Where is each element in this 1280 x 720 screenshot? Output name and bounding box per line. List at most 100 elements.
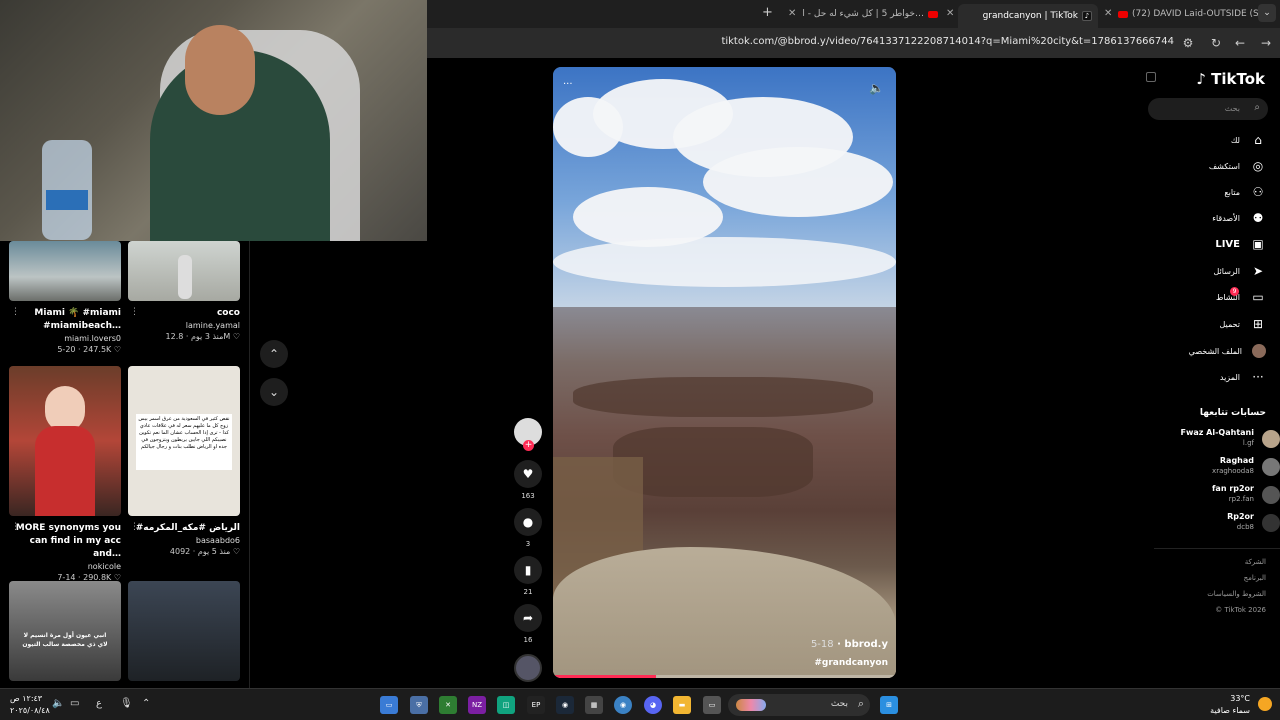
footer-program-link[interactable]: البرنامج [1244, 574, 1266, 582]
tiktok-logo[interactable]: ♪ TikTok [1196, 70, 1265, 88]
webcam-overlay [0, 0, 427, 241]
volume-icon[interactable]: 🔈 [52, 698, 64, 709]
windows-start-icon[interactable]: ⊞ [880, 696, 898, 714]
video-thumbnail[interactable] [9, 366, 121, 516]
taskbar-app[interactable]: ▭ [703, 696, 721, 714]
taskbar-app[interactable]: ◫ [497, 696, 515, 714]
sidebar-item-friends[interactable]: الأصدقاء ⚉ [1136, 208, 1266, 228]
video-title[interactable]: coco [128, 307, 240, 320]
next-video-button[interactable]: ⌄ [260, 378, 288, 406]
following-account[interactable]: Raghad xraghooda8 [1150, 456, 1280, 480]
video-thumbnail[interactable]: انبي عيون أول مرة انسيم لا لاي ذي مخصصة … [9, 581, 121, 681]
share-icon: ➦ [522, 611, 534, 625]
video-author[interactable]: miami.lovers0 [9, 334, 121, 343]
url-field[interactable]: tiktok.com/@bbrod.y/video/76413371222087… [721, 36, 1174, 47]
sidebar-item-upload[interactable]: تحميل ⊞ [1136, 314, 1266, 334]
list-item[interactable]: Miami 🌴 #miami #miamibeach… miami.lovers… [9, 241, 121, 354]
following-account[interactable]: Fwaz Al-Qahtani l.gf [1150, 428, 1280, 452]
music-disc[interactable] [514, 654, 542, 682]
following-account[interactable]: fan rp2or rp2.fan [1150, 484, 1280, 508]
previous-video-button[interactable]: ⌃ [260, 340, 288, 368]
taskbar-app[interactable]: ⛨ [410, 696, 428, 714]
taskbar-app[interactable]: ▭ [380, 696, 398, 714]
taskbar-app[interactable]: EP [527, 696, 545, 714]
more-icon[interactable]: ⋮ [11, 307, 20, 317]
follow-plus-icon[interactable]: + [523, 440, 534, 451]
discord-icon[interactable]: ◕ [644, 696, 662, 714]
video-thumbnail[interactable]: نقص كثير في السعودية من عرق اسمر بيس زوج… [128, 366, 240, 516]
reload-icon[interactable]: ↻ [1208, 35, 1224, 51]
steam-icon[interactable]: ◉ [556, 696, 574, 714]
taskbar-app[interactable]: ▦ [585, 696, 603, 714]
more-icon[interactable]: ⋮ [130, 307, 139, 317]
sidebar-item-activity[interactable]: النشاط ▭ 9 [1136, 287, 1266, 307]
taskbar-search-input[interactable]: بحث ⌕ [728, 694, 870, 716]
comment-button[interactable]: ● [514, 508, 542, 536]
search-results-feed: coco lamine.yamal منذ 3 يوم · 12.8M ♡ ⋮ … [0, 241, 250, 688]
footer-terms-link[interactable]: الشروط والسياسات [1207, 590, 1266, 598]
following-account[interactable]: Rp2or dcb8 [1150, 512, 1280, 536]
list-item[interactable]: coco lamine.yamal منذ 3 يوم · 12.8M ♡ ⋮ [128, 241, 240, 341]
sidebar-item-explore[interactable]: استكشف ◎ [1136, 156, 1266, 176]
search-highlight-icon [736, 699, 766, 711]
list-item[interactable]: MORE synonyms you can find in my acc and… [9, 366, 121, 582]
list-item[interactable]: نقص كثير في السعودية من عرق اسمر بيس زوج… [128, 366, 240, 556]
taskbar-app[interactable]: ✕ [439, 696, 457, 714]
chrome-icon[interactable]: ◉ [614, 696, 632, 714]
new-tab-button[interactable]: + [762, 5, 773, 20]
avatar [1262, 486, 1280, 504]
sidebar-item-following[interactable]: متابع ⚇ [1136, 182, 1266, 202]
like-button[interactable]: ♥ [514, 460, 542, 488]
more-options-icon[interactable]: ··· [563, 79, 573, 90]
video-title[interactable]: MORE synonyms you can find in my acc and… [9, 522, 121, 561]
save-button[interactable]: ▮ [514, 556, 542, 584]
microphone-icon[interactable]: 🎙 [120, 698, 133, 709]
tab-youtube-khawater[interactable]: (72) خواطر 5 | كل شيء له حل - ا… [800, 4, 938, 24]
folder-icon[interactable]: ▬ [673, 696, 691, 714]
close-tab-icon[interactable]: ✕ [788, 8, 796, 19]
close-tab-icon[interactable]: ✕ [946, 8, 954, 19]
forward-arrow-icon[interactable]: ← [1232, 35, 1248, 51]
video-player[interactable]: ··· 🔈 5-18 · bbrod.y #grandcanyon [553, 67, 896, 678]
video-thumbnail[interactable] [128, 581, 240, 681]
video-thumbnail[interactable] [128, 241, 240, 301]
sidebar-item-messages[interactable]: الرسائل ➤ [1136, 261, 1266, 281]
sidebar-item-live[interactable]: LIVE ▣ [1136, 234, 1266, 254]
more-icon[interactable]: ⋮ [130, 522, 139, 532]
video-author[interactable]: lamine.yamal [128, 321, 240, 330]
tab-search-button[interactable]: ⌄ [1258, 4, 1276, 22]
list-item[interactable] [128, 581, 240, 681]
video-author[interactable]: nokicole [9, 562, 121, 571]
taskbar-app[interactable]: NZ [468, 696, 486, 714]
collapse-sidebar-icon[interactable] [1146, 72, 1156, 82]
video-thumbnail[interactable] [9, 241, 121, 301]
share-button[interactable]: ➦ [514, 604, 542, 632]
volume-icon[interactable]: 🔈 [869, 81, 884, 95]
sidebar-item-profile[interactable]: الملف الشخصي [1136, 341, 1266, 361]
language-indicator[interactable]: ع [96, 698, 102, 709]
tab-tiktok-grandcanyon[interactable]: grandcanyon | TikTok ♪ [958, 4, 1098, 28]
tab-youtube-david[interactable]: (72) DAVID Laid-OUTSIDE (SLO… [1118, 4, 1258, 24]
video-progress-bar[interactable] [553, 675, 896, 678]
weather-widget[interactable]: 33°C سماء صافية [1210, 693, 1250, 717]
author-avatar[interactable]: + [514, 418, 542, 451]
video-title[interactable]: Miami 🌴 #miami #miamibeach… [9, 307, 121, 333]
video-title[interactable]: #الرياض #مكه_المكرمه [128, 522, 240, 535]
search-input[interactable]: بحث ⌕ [1148, 98, 1268, 120]
footer-company-link[interactable]: الشركة [1245, 558, 1266, 566]
friends-icon: ⚉ [1252, 211, 1264, 225]
site-settings-icon[interactable]: ⚙ [1180, 35, 1196, 51]
system-clock[interactable]: ١٢:٤٣ ص ٢٠٢٥/٠٨/٤٨ [10, 693, 50, 717]
list-item[interactable]: انبي عيون أول مرة انسيم لا لاي ذي مخصصة … [9, 581, 121, 681]
close-tab-icon[interactable]: ✕ [1104, 8, 1112, 19]
video-author[interactable]: 5-18 · bbrod.y [811, 639, 888, 650]
back-arrow-icon[interactable]: → [1258, 35, 1274, 51]
more-icon[interactable]: ⋮ [11, 522, 20, 532]
chevron-up-icon[interactable]: ⌃ [142, 698, 150, 709]
upload-icon: ⊞ [1252, 317, 1264, 331]
sidebar-item-for-you[interactable]: لك ⌂ [1136, 130, 1266, 150]
display-icon[interactable]: ▭ [70, 698, 79, 709]
video-hashtag[interactable]: #grandcanyon [814, 658, 888, 668]
sidebar-item-more[interactable]: المزيد ··· [1136, 367, 1266, 387]
video-author[interactable]: basaabdo6 [128, 536, 240, 545]
